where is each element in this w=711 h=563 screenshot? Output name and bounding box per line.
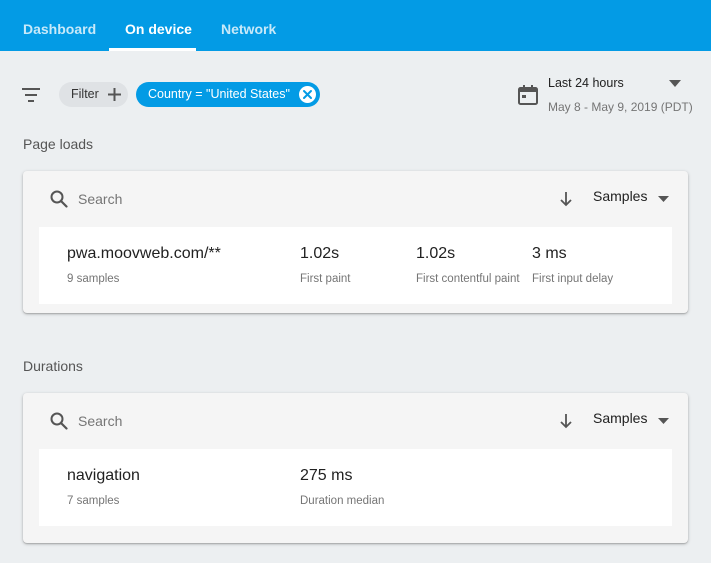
dropdown-caret-icon[interactable]: [658, 418, 669, 424]
metric-value: 1.02s: [300, 245, 340, 262]
table-row[interactable]: pwa.moovweb.com/** 9 samples 1.02s First…: [39, 227, 672, 304]
row-samples: 9 samples: [67, 273, 120, 285]
row-samples: 7 samples: [67, 495, 120, 507]
add-icon: [108, 88, 121, 101]
metric-duration-median: 275 ms Duration median: [300, 467, 384, 507]
table-row[interactable]: navigation 7 samples 275 ms Duration med…: [39, 449, 672, 526]
tab-network[interactable]: Network: [221, 0, 276, 51]
page-loads-sort-select[interactable]: Samples: [593, 188, 647, 204]
arrow-downward-icon[interactable]: [559, 191, 573, 207]
metric-label: Duration median: [300, 495, 385, 507]
metric-value: 3 ms: [532, 245, 567, 262]
metric-label: First input delay: [532, 273, 614, 285]
metric-value: 1.02s: [416, 245, 456, 262]
dropdown-caret-icon[interactable]: [669, 80, 681, 87]
tab-dashboard[interactable]: Dashboard: [23, 0, 96, 51]
page-loads-search-input[interactable]: [78, 186, 378, 212]
country-filter-chip[interactable]: Country = "United States": [136, 82, 320, 107]
metric-first-paint: 1.02s First paint: [300, 245, 351, 285]
row-name: navigation: [67, 467, 140, 484]
country-chip-label: Country = "United States": [148, 87, 290, 101]
calendar-icon[interactable]: [517, 84, 539, 106]
top-app-bar: Dashboard On device Network: [0, 0, 711, 51]
filter-chip[interactable]: Filter: [59, 82, 128, 107]
metric-value: 275 ms: [300, 467, 353, 484]
filter-list-icon[interactable]: [20, 85, 42, 105]
filter-chip-label: Filter: [71, 87, 99, 101]
durations-search-input[interactable]: [78, 408, 378, 434]
durations-card: Samples navigation 7 samples 275 ms Dura…: [23, 393, 688, 543]
arrow-downward-icon[interactable]: [559, 413, 573, 429]
page-loads-card: Samples pwa.moovweb.com/** 9 samples 1.0…: [23, 171, 688, 313]
page-loads-title: Page loads: [23, 136, 94, 152]
metric-label: First contentful paint: [416, 273, 520, 285]
dropdown-caret-icon[interactable]: [658, 196, 669, 202]
search-icon: [50, 412, 68, 430]
tab-on-device[interactable]: On device: [109, 0, 196, 51]
date-range-dates: May 8 - May 9, 2019 (PDT): [548, 100, 693, 114]
metric-label: First paint: [300, 273, 351, 285]
search-icon: [50, 190, 68, 208]
metric-first-input-delay: 3 ms First input delay: [532, 245, 613, 285]
durations-title: Durations: [23, 358, 83, 374]
row-name: pwa.moovweb.com/**: [67, 245, 221, 262]
cancel-icon[interactable]: [298, 85, 317, 104]
durations-sort-select[interactable]: Samples: [593, 410, 647, 426]
metric-first-contentful-paint: 1.02s First contentful paint: [416, 245, 520, 285]
date-range-label[interactable]: Last 24 hours: [548, 76, 624, 90]
